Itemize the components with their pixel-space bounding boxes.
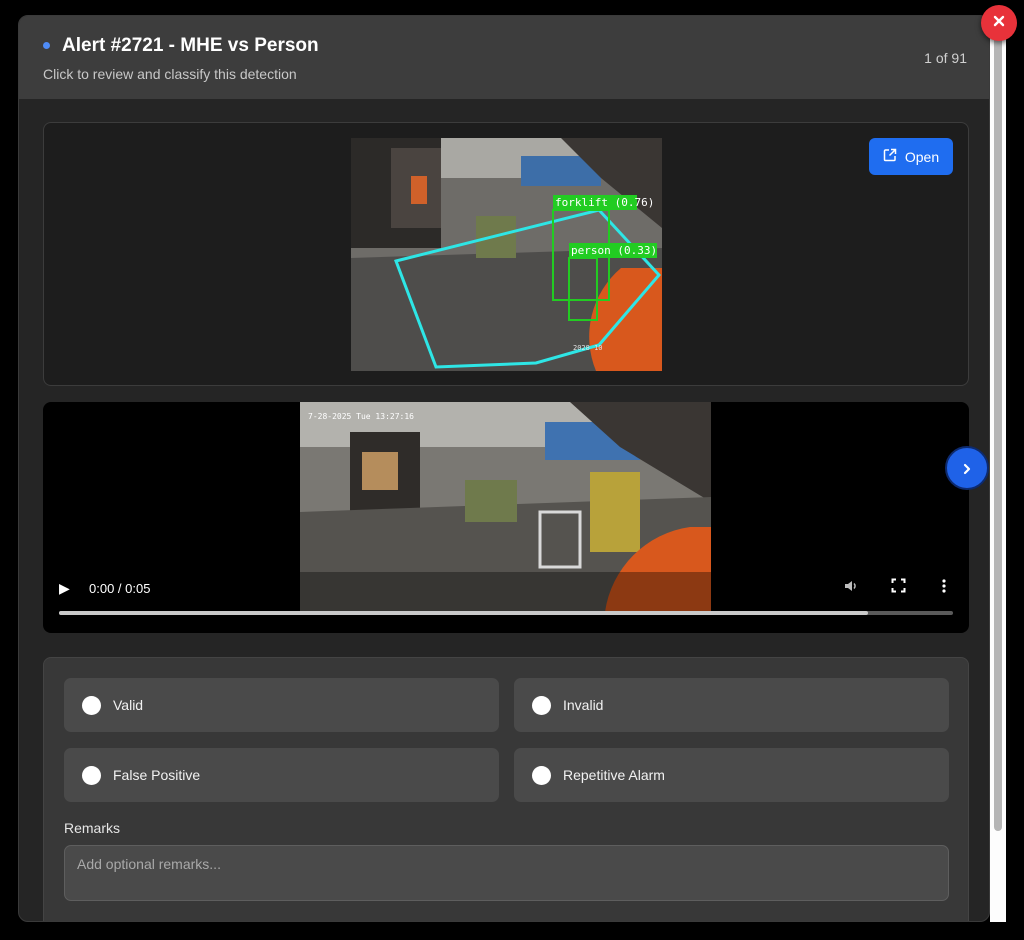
fullscreen-icon[interactable] bbox=[891, 578, 906, 598]
classification-panel: Valid Invalid False Positive Repetitive … bbox=[43, 657, 969, 921]
video-time: 0:00 / 0:05 bbox=[89, 581, 151, 596]
option-valid[interactable]: Valid bbox=[64, 678, 499, 732]
modal-header: Alert #2721 - MHE vs Person Click to rev… bbox=[19, 16, 989, 99]
play-icon[interactable]: ▶ bbox=[59, 580, 70, 597]
scrollbar-thumb[interactable] bbox=[994, 21, 1002, 831]
more-options-icon[interactable] bbox=[941, 578, 947, 599]
radio-invalid[interactable] bbox=[532, 695, 551, 715]
option-false-positive[interactable]: False Positive bbox=[64, 748, 499, 802]
option-repetitive-alarm-label: Repetitive Alarm bbox=[563, 767, 665, 783]
modal-scrollbar[interactable] bbox=[990, 15, 1006, 922]
chevron-right-icon bbox=[961, 455, 973, 481]
alert-title: Alert #2721 - MHE vs Person bbox=[62, 35, 319, 56]
external-link-icon bbox=[883, 148, 897, 165]
video-progress-fill bbox=[59, 611, 869, 615]
volume-icon[interactable] bbox=[843, 578, 859, 599]
close-button[interactable] bbox=[981, 5, 1017, 41]
option-false-positive-label: False Positive bbox=[113, 767, 201, 783]
open-button-label: Open bbox=[904, 148, 940, 165]
radio-valid[interactable] bbox=[82, 695, 101, 715]
forklift-label: forklift (0.76) bbox=[555, 196, 654, 209]
next-alert-button[interactable] bbox=[945, 446, 989, 490]
open-button[interactable]: Open bbox=[869, 138, 953, 175]
option-valid-label: Valid bbox=[113, 697, 144, 713]
radio-repetitive-alarm[interactable] bbox=[532, 765, 551, 785]
alert-counter: 1 of 91 bbox=[924, 50, 967, 66]
video-progress-bar[interactable] bbox=[59, 611, 953, 615]
remarks-label: Remarks bbox=[64, 820, 121, 836]
snapshot-overlay-text: 2028 10 bbox=[573, 344, 603, 352]
status-dot bbox=[43, 42, 50, 49]
option-repetitive-alarm[interactable]: Repetitive Alarm bbox=[514, 748, 949, 802]
person-label: person (0.33) bbox=[571, 244, 657, 257]
detection-snapshot[interactable]: forklift (0.76) person (0.33) 2028 10 bbox=[351, 138, 662, 371]
video-timestamp-overlay: 7-28-2025 Tue 13:27:16 bbox=[308, 412, 414, 421]
snapshot-scene: forklift (0.76) person (0.33) 2028 10 bbox=[351, 138, 662, 371]
video-controls: ▶ 0:00 / 0:05 bbox=[43, 567, 969, 633]
video-player[interactable]: 7-28-2025 Tue 13:27:16 ▶ 0:00 / 0:05 bbox=[43, 402, 969, 633]
alert-review-modal: Alert #2721 - MHE vs Person Click to rev… bbox=[18, 15, 990, 922]
snapshot-panel: forklift (0.76) person (0.33) 2028 10 Op… bbox=[43, 122, 969, 386]
option-invalid-label: Invalid bbox=[563, 697, 604, 713]
close-icon bbox=[993, 14, 1005, 32]
option-invalid[interactable]: Invalid bbox=[514, 678, 949, 732]
alert-subtitle: Click to review and classify this detect… bbox=[43, 66, 297, 82]
radio-false-positive[interactable] bbox=[82, 765, 101, 785]
remarks-input[interactable] bbox=[64, 845, 949, 901]
